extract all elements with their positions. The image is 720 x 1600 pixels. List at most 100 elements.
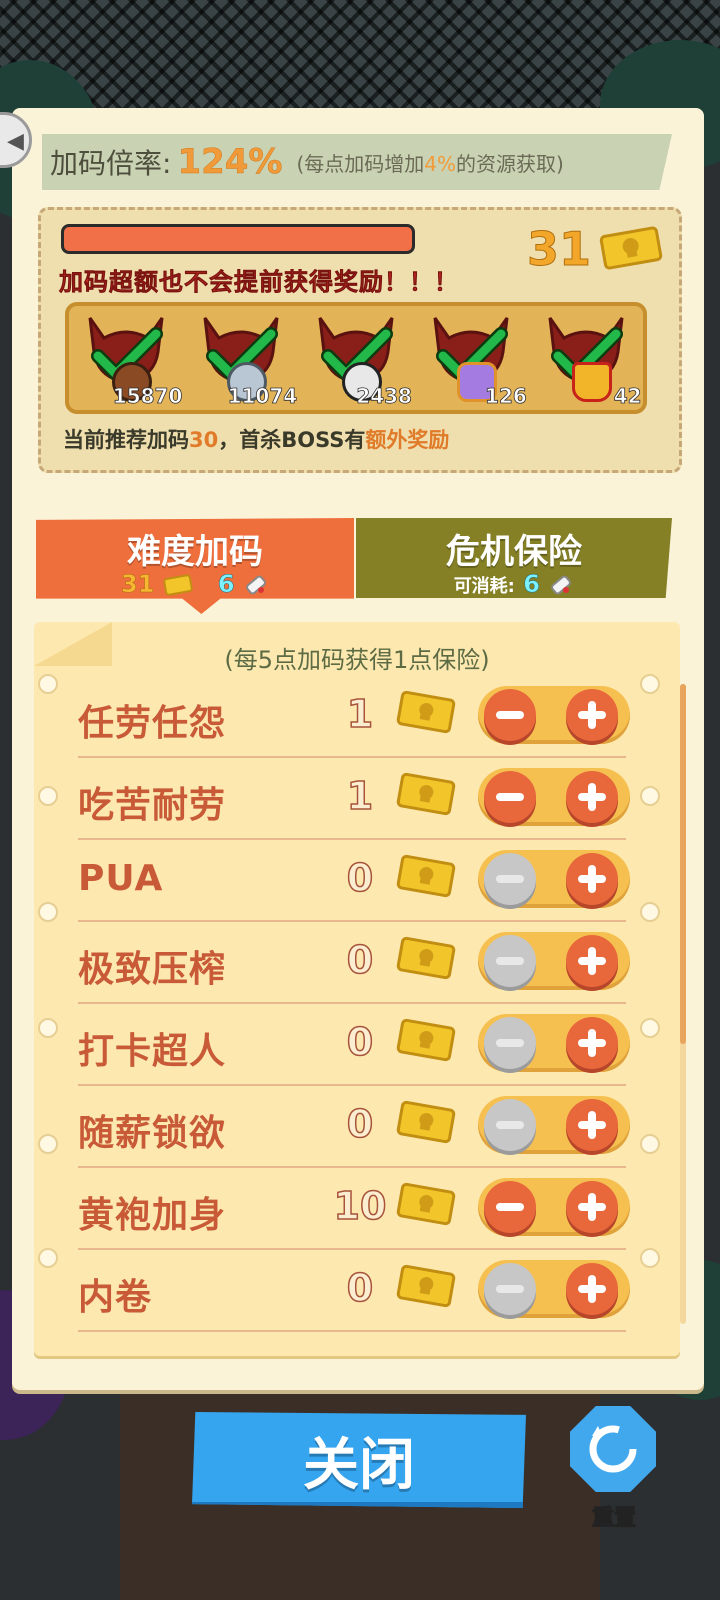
boss-reward-count: 11074 — [227, 384, 298, 409]
boss-reward-4[interactable]: 126 — [421, 308, 527, 408]
plus-icon — [566, 1193, 618, 1236]
skull-ticket-icon — [396, 934, 456, 982]
plus-icon — [566, 1111, 618, 1154]
rate-value: 124% — [177, 142, 283, 183]
list-item: PUA 0 — [78, 838, 630, 922]
boost-cost: 0 — [346, 937, 374, 983]
boost-stepper — [478, 850, 630, 908]
rate-bar: 加码倍率: 124% (每点加码增加4%的资源获取) — [42, 134, 672, 190]
recommend-mid: ，首杀BOSS有 — [218, 428, 366, 452]
boost-cost: 0 — [346, 855, 374, 901]
tab-ticket-count: 31 — [121, 570, 155, 599]
binder-hole — [38, 1018, 58, 1038]
minus-icon — [484, 793, 536, 826]
tab-scroll-count: 6 — [217, 570, 235, 599]
boost-name: 打卡超人 — [78, 1031, 227, 1072]
list-item: 吃苦耐劳 1 — [78, 756, 630, 840]
tab-insurance-label: 危机保险 — [446, 532, 582, 572]
decrease-button[interactable] — [484, 1099, 536, 1151]
decrease-button[interactable] — [484, 771, 536, 823]
skull-ticket-icon — [396, 1098, 456, 1146]
reset-button[interactable] — [570, 1406, 656, 1492]
boss-reward-2[interactable]: 11074 — [191, 308, 298, 408]
boost-stepper — [478, 1014, 630, 1072]
skull-ticket-icon — [163, 574, 193, 596]
plus-icon — [566, 1275, 618, 1318]
skull-ticket-icon — [396, 1016, 456, 1064]
boost-cost: 1 — [346, 691, 374, 737]
tab-consumable-label: 可消耗: — [453, 576, 515, 597]
decrease-button[interactable] — [484, 689, 536, 741]
minus-icon — [484, 1039, 536, 1072]
recommend-value: 30 — [189, 428, 219, 452]
binder-hole — [640, 786, 660, 806]
boss-reward-count: 15870 — [112, 384, 183, 409]
binder-hole — [640, 1248, 660, 1268]
boss-reward-row: 15870 11074 2438 126 42 — [65, 302, 647, 414]
plus-icon — [566, 701, 618, 744]
boost-cost: 1 — [346, 773, 374, 819]
binder-hole — [38, 674, 58, 694]
tab-crisis-insurance[interactable]: 危机保险 可消耗: 6 — [356, 518, 672, 598]
skull-ticket-icon — [396, 1180, 456, 1228]
binder-hole — [38, 1134, 58, 1154]
boost-name: 黄袍加身 — [78, 1195, 227, 1236]
tab-difficulty-label: 难度加码 — [127, 532, 263, 572]
binder-hole — [640, 1134, 660, 1154]
recommend-extra-reward: 额外奖励 — [365, 428, 450, 452]
boost-name: 随薪锁欲 — [78, 1113, 227, 1154]
decrease-button[interactable] — [484, 853, 536, 905]
list-scrollbar[interactable] — [680, 684, 686, 1324]
boss-reward-count: 126 — [485, 384, 528, 409]
decrease-button[interactable] — [484, 1181, 536, 1233]
list-item: 黄袍加身 10 — [78, 1166, 630, 1250]
boss-reward-1[interactable]: 15870 — [76, 308, 183, 408]
decrease-button[interactable] — [484, 1017, 536, 1069]
list-item: 任劳任怨 1 — [78, 674, 630, 758]
boss-reward-5[interactable]: 42 — [536, 308, 642, 408]
increase-button[interactable] — [566, 771, 618, 823]
list-item: 极致压榨 0 — [78, 920, 630, 1004]
boost-stepper — [478, 686, 630, 744]
boost-stepper — [478, 1178, 630, 1236]
binder-hole — [640, 674, 660, 694]
list-scrollbar-thumb[interactable] — [680, 684, 686, 1044]
rate-note: (每点加码增加4%的资源获取) — [296, 148, 563, 177]
reset-control: 重置 — [566, 1406, 662, 1532]
boost-stepper — [478, 932, 630, 990]
skull-ticket-icon — [396, 688, 456, 736]
increase-button[interactable] — [566, 1099, 618, 1151]
boss-reward-3[interactable]: 2438 — [306, 308, 412, 408]
tab-insurance-stats: 可消耗: 6 — [356, 570, 672, 598]
minus-icon — [484, 1203, 536, 1236]
increase-button[interactable] — [566, 1263, 618, 1315]
crown-icon — [571, 362, 612, 402]
tab-insurance-scroll-count: 6 — [523, 570, 540, 598]
boost-stepper — [478, 1260, 630, 1318]
increase-button[interactable] — [566, 935, 618, 987]
list-item: 内卷 0 — [78, 1248, 630, 1332]
boost-name: 吃苦耐劳 — [78, 785, 227, 826]
plus-icon — [566, 783, 618, 826]
decrease-button[interactable] — [484, 1263, 536, 1315]
list-item: 打卡超人 0 — [78, 1002, 630, 1086]
rate-label: 加码倍率: — [50, 147, 172, 180]
minus-icon — [484, 957, 536, 990]
rate-note-suffix: 的资源获取) — [456, 151, 564, 176]
boost-list: (每5点加码获得1点保险) 任劳任怨 1 吃苦耐劳 1 PUA 0 极致压榨 0 打卡超人 0 随薪… — [34, 622, 686, 1356]
increase-button[interactable] — [566, 853, 618, 905]
close-button[interactable]: 关闭 — [192, 1412, 526, 1508]
minus-icon — [484, 1285, 536, 1318]
decrease-button[interactable] — [484, 935, 536, 987]
minus-icon — [484, 1121, 536, 1154]
increase-button[interactable] — [566, 689, 618, 741]
boost-progress-bar — [61, 224, 415, 254]
reset-label: 重置 — [591, 1506, 636, 1532]
binder-hole — [38, 1248, 58, 1268]
increase-button[interactable] — [566, 1017, 618, 1069]
increase-button[interactable] — [566, 1181, 618, 1233]
tab-difficulty-stats: 31 6 — [36, 570, 354, 598]
plus-icon — [566, 865, 618, 908]
plus-icon — [566, 1029, 618, 1072]
boost-name: 极致压榨 — [78, 949, 227, 990]
